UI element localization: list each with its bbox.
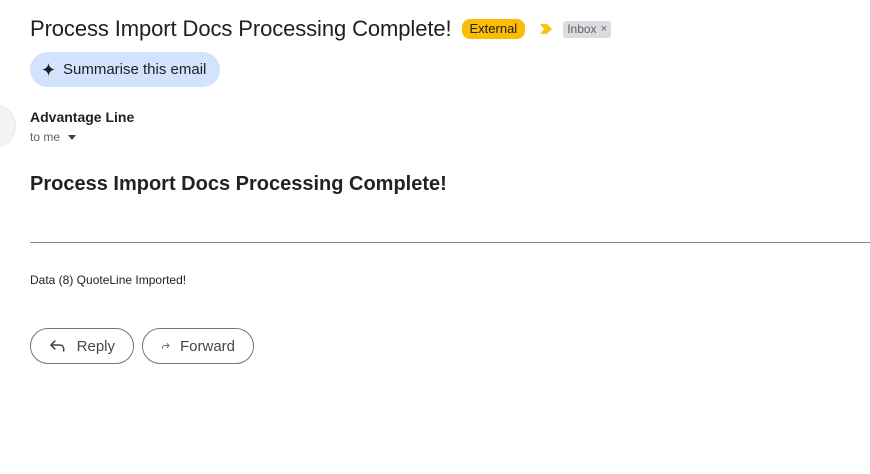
label-chip-inbox[interactable]: Inbox × <box>563 20 611 38</box>
sender-name: Advantage Line <box>30 109 135 125</box>
label-chip-text: Inbox <box>567 21 597 36</box>
external-badge: External <box>461 19 526 39</box>
important-marker-icon[interactable] <box>539 23 553 35</box>
email-view: Process Import Docs Processing Complete!… <box>0 0 870 474</box>
summarise-email-button[interactable]: Summarise this email <box>30 52 221 87</box>
subject-row: Process Import Docs Processing Complete!… <box>30 13 611 45</box>
body-text: Data (8) QuoteLine Imported! <box>30 273 187 287</box>
body-heading: Process Import Docs Processing Complete! <box>30 173 447 195</box>
email-subject: Process Import Docs Processing Complete! <box>30 16 452 41</box>
reply-label: Reply <box>76 337 115 355</box>
reply-button[interactable]: Reply <box>30 328 134 364</box>
forward-icon <box>162 343 170 349</box>
remove-label-icon[interactable]: × <box>601 22 607 37</box>
forward-button[interactable]: Forward <box>142 328 254 364</box>
avatar[interactable] <box>0 105 16 147</box>
sparkle-icon <box>42 63 55 76</box>
summarise-label: Summarise this email <box>63 61 207 78</box>
forward-label: Forward <box>179 337 235 355</box>
chevron-down-icon <box>68 135 77 140</box>
recipient-details-toggle[interactable]: to me <box>30 130 77 144</box>
recipient-label: to me <box>30 130 61 144</box>
body-divider <box>30 242 870 243</box>
reply-icon <box>50 340 65 352</box>
